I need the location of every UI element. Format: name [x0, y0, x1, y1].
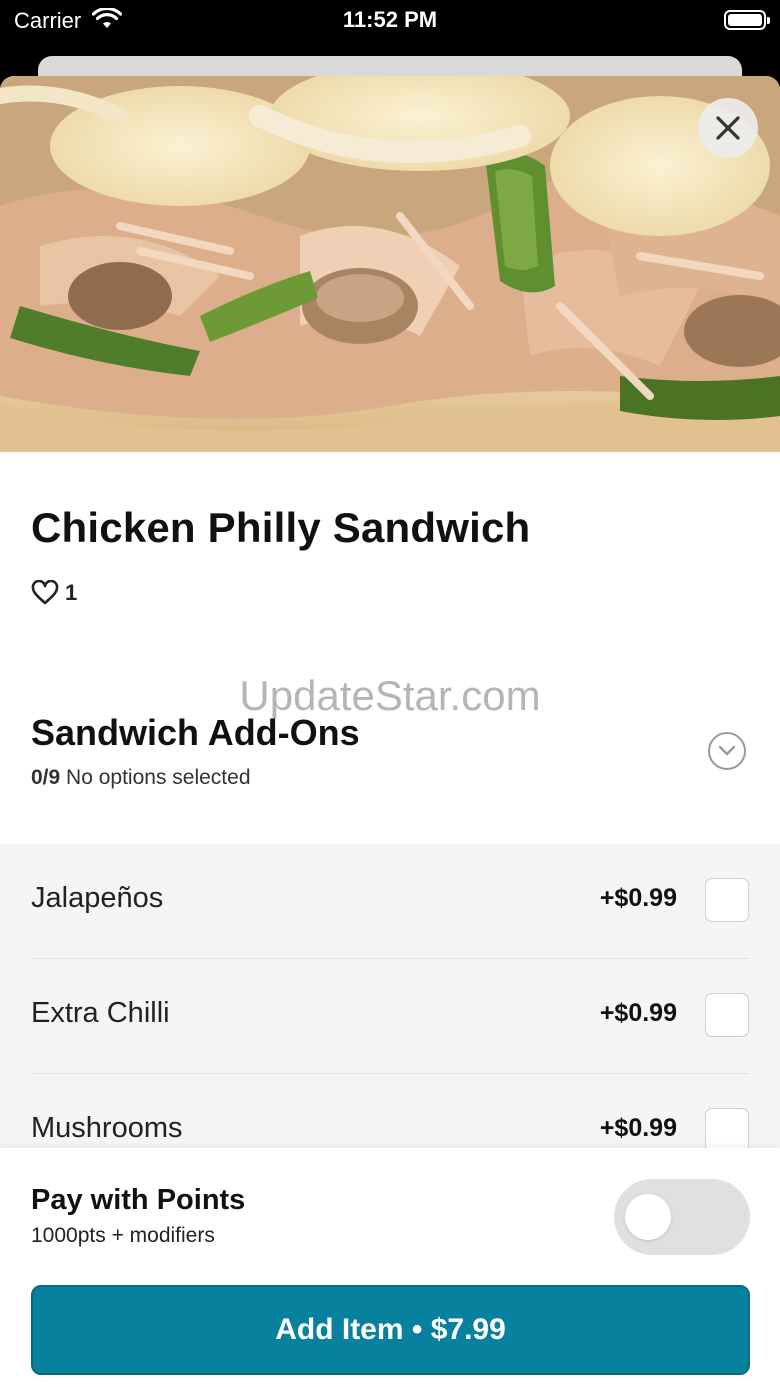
likes-count: 1	[65, 580, 78, 605]
item-photo	[0, 76, 780, 452]
option-checkbox[interactable]	[705, 878, 749, 922]
modifier-group-title: Sandwich Add-Ons	[31, 712, 360, 753]
heart-icon	[31, 580, 59, 605]
toggle-knob	[625, 1194, 671, 1240]
modifier-count: 0/9	[31, 766, 61, 789]
list-item[interactable]: Extra Chilli +$0.99	[31, 959, 749, 1074]
pay-with-points-title: Pay with Points	[31, 1184, 246, 1216]
item-detail-sheet: Chicken Philly Sandwich 1 UpdateStar.com…	[0, 76, 780, 1387]
battery-icon	[724, 10, 770, 30]
close-icon	[716, 116, 740, 140]
option-checkbox[interactable]	[705, 1108, 749, 1152]
option-price: +$0.99	[599, 1114, 677, 1142]
status-bar: Carrier 11:52 PM	[0, 0, 780, 44]
option-name: Jalapeños	[31, 882, 164, 914]
option-name: Extra Chilli	[31, 997, 170, 1029]
pay-with-points-toggle[interactable]	[614, 1179, 750, 1255]
options-list: Jalapeños +$0.99 Extra Chilli +$0.99 Mus…	[0, 844, 780, 1154]
option-checkbox[interactable]	[705, 993, 749, 1037]
option-price: +$0.99	[599, 884, 677, 912]
checkout-footer: Pay with Points 1000pts + modifiers Add …	[0, 1148, 780, 1387]
modifier-group-status: 0/9 No options selected	[31, 766, 251, 790]
pay-with-points-subtitle: 1000pts + modifiers	[31, 1224, 215, 1247]
list-item[interactable]: Jalapeños +$0.99	[31, 844, 749, 959]
chevron-down-icon	[718, 745, 736, 756]
status-time: 11:52 PM	[342, 7, 438, 32]
add-item-button[interactable]: Add Item • $7.99	[31, 1285, 750, 1375]
expand-group-button[interactable]	[708, 732, 746, 770]
item-title: Chicken Philly Sandwich	[31, 504, 531, 551]
like-control[interactable]: 1	[31, 580, 77, 606]
option-name: Mushrooms	[31, 1112, 183, 1144]
modifier-status-text: No options selected	[66, 766, 251, 789]
close-button[interactable]	[698, 98, 758, 158]
option-price: +$0.99	[599, 999, 677, 1027]
